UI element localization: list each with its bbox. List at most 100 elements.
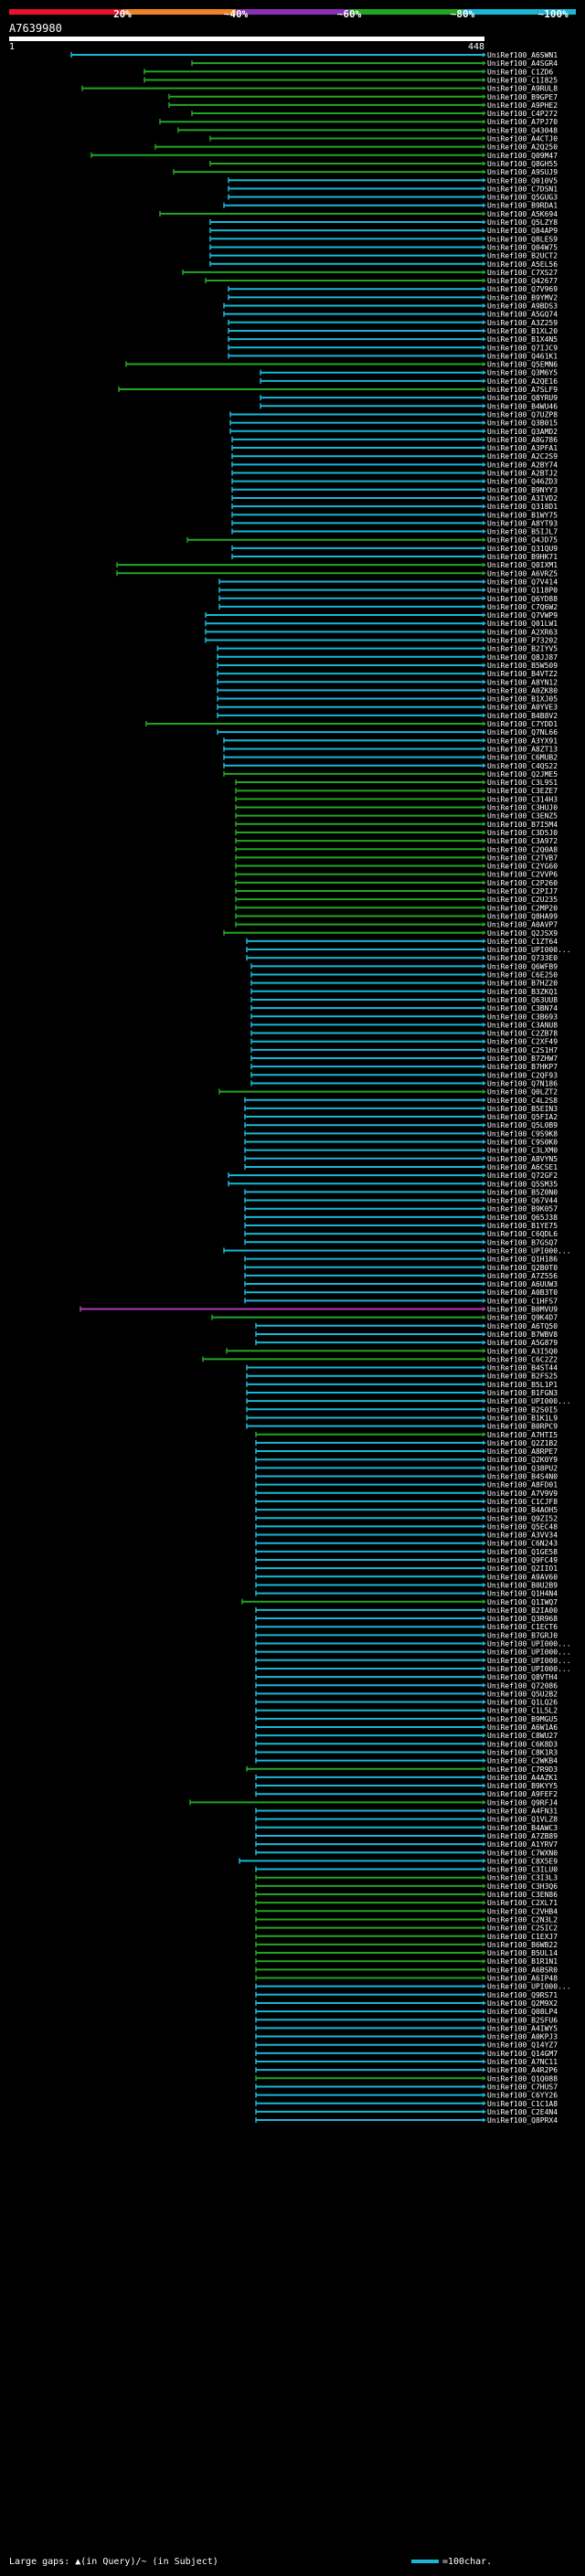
hit-label[interactable]: UniRef100_C3HUJ0 bbox=[487, 804, 558, 812]
hit-label[interactable]: UniRef100_A3PFA1 bbox=[487, 444, 558, 452]
hit-label[interactable]: UniRef100_B7GSQ7 bbox=[487, 1238, 558, 1246]
hit-row[interactable]: UniRef100_B2FS25 bbox=[246, 1373, 558, 1381]
hit-label[interactable]: UniRef100_A3I5Q0 bbox=[487, 1347, 558, 1355]
hit-row[interactable]: UniRef100_B1WY75 bbox=[231, 511, 558, 519]
hit-label[interactable]: UniRef100_A2Q250 bbox=[487, 143, 558, 152]
hit-label[interactable]: UniRef100_Q72GF2 bbox=[487, 1171, 558, 1180]
hit-row[interactable]: UniRef100_A7V9V9 bbox=[255, 1489, 558, 1498]
hit-row[interactable]: UniRef100_C4P272 bbox=[191, 110, 558, 118]
hit-label[interactable]: UniRef100_Q09M47 bbox=[487, 152, 558, 160]
hit-row[interactable]: UniRef100_C2PIJ7 bbox=[235, 887, 558, 896]
hit-row[interactable]: UniRef100_C3ILU0 bbox=[255, 1866, 558, 1874]
hit-row[interactable]: UniRef100_Q6YD88 bbox=[218, 595, 558, 603]
hit-label[interactable]: UniRef100_C2P260 bbox=[487, 879, 558, 887]
hit-row[interactable]: UniRef100_A3YX91 bbox=[223, 737, 558, 745]
hit-label[interactable]: UniRef100_B2S0I5 bbox=[487, 1405, 558, 1414]
hit-row[interactable]: UniRef100_Q9RS71 bbox=[255, 1991, 558, 1999]
hit-row[interactable]: UniRef100_A5GQ74 bbox=[223, 311, 558, 319]
hit-label[interactable]: UniRef100_Q7V414 bbox=[487, 578, 558, 586]
hit-row[interactable]: UniRef100_A6TQ50 bbox=[255, 1322, 558, 1330]
hit-row[interactable]: UniRef100_C1L5L2 bbox=[255, 1707, 558, 1715]
hit-label[interactable]: UniRef100_UPI000... bbox=[487, 1665, 571, 1673]
hit-row[interactable]: UniRef100_C7WXN0 bbox=[255, 1849, 558, 1857]
hit-label[interactable]: UniRef100_Q2JSX9 bbox=[487, 929, 558, 938]
hit-label[interactable]: UniRef100_C4QS22 bbox=[487, 762, 558, 770]
hit-label[interactable]: UniRef100_A9RUL8 bbox=[487, 85, 558, 93]
hit-row[interactable]: UniRef100_Q6WFB9 bbox=[250, 962, 558, 970]
hit-row[interactable]: UniRef100_A6BSR0 bbox=[255, 1966, 558, 1974]
hit-row[interactable]: UniRef100_B4ST44 bbox=[246, 1364, 558, 1373]
hit-label[interactable]: UniRef100_C6K8D3 bbox=[487, 1740, 558, 1748]
hit-label[interactable]: UniRef100_B9GPE7 bbox=[487, 93, 558, 101]
hit-label[interactable]: UniRef100_A8FD01 bbox=[487, 1481, 558, 1489]
hit-label[interactable]: UniRef100_A5EL56 bbox=[487, 260, 558, 269]
hit-row[interactable]: UniRef100_C2YG60 bbox=[235, 863, 558, 871]
hit-label[interactable]: UniRef100_B7GRJ0 bbox=[487, 1631, 558, 1639]
hit-label[interactable]: UniRef100_Q010V5 bbox=[487, 176, 558, 185]
hit-label[interactable]: UniRef100_A9BDS3 bbox=[487, 302, 558, 311]
hit-label[interactable]: UniRef100_Q8YRU9 bbox=[487, 394, 558, 402]
hit-label[interactable]: UniRef100_Q8GH55 bbox=[487, 160, 558, 168]
hit-row[interactable]: UniRef100_A3PFA1 bbox=[231, 444, 558, 452]
hit-label[interactable]: UniRef100_C7HUS7 bbox=[487, 2083, 558, 2091]
hit-row[interactable]: UniRef100_C2XL71 bbox=[255, 1899, 558, 1907]
hit-row[interactable]: UniRef100_A7NC11 bbox=[255, 2058, 558, 2066]
hit-label[interactable]: UniRef100_A6TQ50 bbox=[487, 1322, 558, 1330]
hit-label[interactable]: UniRef100_C1CJF8 bbox=[487, 1498, 558, 1506]
hit-row[interactable]: UniRef100_C3LXM0 bbox=[244, 1147, 558, 1155]
hit-label[interactable]: UniRef100_Q3AMD2 bbox=[487, 428, 558, 436]
hit-row[interactable]: UniRef100_C6C2Z2 bbox=[202, 1355, 558, 1363]
hit-label[interactable]: UniRef100_B1R1N1 bbox=[487, 1957, 558, 1966]
hit-label[interactable]: UniRef100_Q118P0 bbox=[487, 587, 558, 595]
hit-row[interactable]: UniRef100_Q1H4N4 bbox=[255, 1590, 558, 1598]
hit-label[interactable]: UniRef100_B4B8V2 bbox=[487, 712, 558, 720]
hit-row[interactable]: UniRef100_Q2B0T0 bbox=[244, 1264, 558, 1272]
hit-label[interactable]: UniRef100_A6IP48 bbox=[487, 1975, 558, 1983]
hit-label[interactable]: UniRef100_Q14YZ7 bbox=[487, 2041, 558, 2050]
hit-label[interactable]: UniRef100_C2E4N4 bbox=[487, 2108, 558, 2116]
hit-row[interactable]: UniRef100_A4AZK1 bbox=[255, 1774, 558, 1782]
hit-row[interactable]: UniRef100_C7HUS7 bbox=[255, 2083, 558, 2091]
hit-label[interactable]: UniRef100_B5EIN3 bbox=[487, 1105, 558, 1113]
hit-label[interactable]: UniRef100_B5W509 bbox=[487, 662, 558, 670]
hit-row[interactable]: UniRef100_Q72086 bbox=[255, 1681, 558, 1690]
hit-label[interactable]: UniRef100_B5UL14 bbox=[487, 1949, 558, 1957]
hit-label[interactable]: UniRef100_B4WU46 bbox=[487, 402, 558, 410]
hit-label[interactable]: UniRef100_Q6WFB9 bbox=[487, 962, 558, 970]
hit-label[interactable]: UniRef100_Q1Q088 bbox=[487, 2074, 558, 2083]
hit-row[interactable]: UniRef100_B0MVU9 bbox=[80, 1306, 558, 1314]
hit-label[interactable]: UniRef100_A4R2P6 bbox=[487, 2066, 558, 2074]
hit-row[interactable]: UniRef100_C3B693 bbox=[250, 1012, 558, 1021]
hit-label[interactable]: UniRef100_C3EN86 bbox=[487, 1891, 558, 1899]
hit-label[interactable]: UniRef100_B3ZKQ1 bbox=[487, 988, 558, 996]
hit-label[interactable]: UniRef100_A6UUW3 bbox=[487, 1280, 558, 1288]
hit-label[interactable]: UniRef100_Q9K4D7 bbox=[487, 1314, 558, 1322]
hit-label[interactable]: UniRef100_Q4JD75 bbox=[487, 536, 558, 545]
hit-label[interactable]: UniRef100_UPI000... bbox=[487, 1657, 571, 1665]
hit-label[interactable]: UniRef100_A4AZK1 bbox=[487, 1774, 558, 1782]
hit-label[interactable]: UniRef100_B1YE75 bbox=[487, 1222, 558, 1230]
hit-row[interactable]: UniRef100_C7YDD1 bbox=[145, 720, 558, 728]
hit-label[interactable]: UniRef100_Q38PU2 bbox=[487, 1464, 558, 1472]
hit-label[interactable]: UniRef100_A8RPE7 bbox=[487, 1447, 558, 1456]
hit-row[interactable]: UniRef100_Q5SM35 bbox=[228, 1180, 558, 1188]
hit-row[interactable]: UniRef100_C2WKB4 bbox=[255, 1757, 558, 1765]
hit-row[interactable]: UniRef100_C1ECT6 bbox=[255, 1623, 558, 1631]
hit-label[interactable]: UniRef100_Q7N186 bbox=[487, 1079, 558, 1087]
hit-row[interactable]: UniRef100_A6VRZ5 bbox=[116, 569, 558, 578]
hit-label[interactable]: UniRef100_C1I825 bbox=[487, 76, 558, 84]
hit-row[interactable]: UniRef100_Q461K1 bbox=[228, 352, 558, 360]
hit-row[interactable]: UniRef100_A8ZT13 bbox=[223, 745, 558, 753]
hit-label[interactable]: UniRef100_C8WU27 bbox=[487, 1732, 558, 1740]
hit-row[interactable]: UniRef100_A5K694 bbox=[159, 210, 558, 218]
hit-row[interactable]: UniRef100_A6SWN1 bbox=[70, 51, 558, 59]
hit-row[interactable]: UniRef100_B9K057 bbox=[244, 1205, 558, 1214]
hit-label[interactable]: UniRef100_B1WY75 bbox=[487, 511, 558, 519]
hit-label[interactable]: UniRef100_A4FN31 bbox=[487, 1807, 558, 1816]
hit-label[interactable]: UniRef100_A6BSR0 bbox=[487, 1966, 558, 1974]
hit-label[interactable]: UniRef100_A7HTI5 bbox=[487, 1431, 558, 1439]
hit-row[interactable]: UniRef100_B7GSQ7 bbox=[244, 1238, 558, 1246]
hit-label[interactable]: UniRef100_A8YN12 bbox=[487, 678, 558, 686]
hit-row[interactable]: UniRef100_C2N3L2 bbox=[255, 1915, 558, 1924]
hit-row[interactable]: UniRef100_C2MP20 bbox=[235, 904, 558, 912]
